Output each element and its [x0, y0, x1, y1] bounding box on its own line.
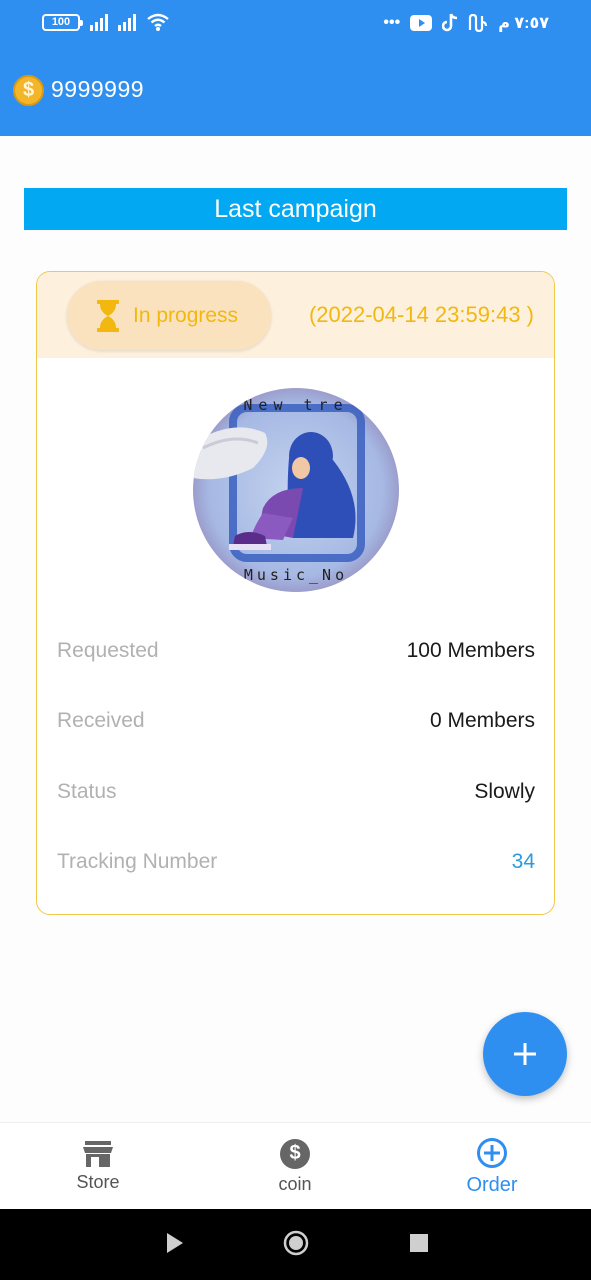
home-button-icon[interactable]: [283, 1230, 309, 1256]
plus-icon: [514, 1043, 536, 1065]
signal-icon-2: [118, 13, 136, 31]
hourglass-icon: [97, 299, 119, 332]
avatar-top-text: New tre: [243, 396, 348, 414]
detail-row-status: Status Slowly: [57, 780, 535, 810]
recents-button-icon[interactable]: [410, 1234, 428, 1252]
detail-row-received: Received 0 Members: [57, 709, 535, 739]
status-badge: In progress: [67, 281, 271, 350]
battery-icon: 100: [42, 13, 83, 31]
store-icon: [83, 1140, 113, 1167]
clock: ٧:٥٧ م: [498, 15, 549, 32]
section-title: Last campaign: [24, 188, 567, 230]
nav-item-order[interactable]: Order: [432, 1123, 552, 1210]
add-circle-icon: [477, 1137, 507, 1168]
dollar-icon: $: [280, 1138, 310, 1169]
detail-label: Status: [57, 780, 117, 803]
nav-item-store[interactable]: Store: [38, 1123, 158, 1210]
back-button-icon[interactable]: [165, 1231, 185, 1255]
detail-label: Requested: [57, 639, 159, 662]
tracking-number[interactable]: 34: [512, 850, 535, 874]
status-right: ••• ٧:٥٧ م: [383, 13, 549, 33]
nav-label: coin: [278, 1173, 312, 1194]
coin-icon: $: [13, 75, 44, 106]
status-label: In progress: [133, 303, 239, 327]
detail-row-tracking: Tracking Number 34: [57, 850, 535, 880]
avatar-bottom-text: Music_No: [244, 566, 348, 584]
nav-item-coin[interactable]: $ coin: [235, 1123, 355, 1210]
detail-label: Tracking Number: [57, 850, 218, 873]
channel-avatar: New tre Music_No: [193, 388, 399, 592]
coin-balance: 9999999: [51, 76, 145, 102]
add-campaign-button[interactable]: [483, 1012, 567, 1096]
nav-label: Order: [466, 1173, 518, 1196]
youtube-icon: [410, 15, 433, 31]
detail-value: Slowly: [474, 780, 535, 803]
tiktok-icon: [442, 13, 458, 32]
detail-row-requested: Requested 100 Members: [57, 639, 535, 669]
app-icon: [469, 14, 488, 32]
nav-label: Store: [76, 1171, 120, 1192]
more-notifications: •••: [383, 14, 401, 31]
bottom-nav: Store $ coin Order: [0, 1122, 591, 1209]
status-left: 100: [42, 12, 170, 32]
detail-label: Received: [57, 709, 145, 732]
campaign-card-header: In progress (2022-04-14 23:59:43 ): [37, 272, 554, 358]
campaign-card[interactable]: In progress (2022-04-14 23:59:43 ) New t…: [36, 271, 555, 915]
campaign-date: (2022-04-14 23:59:43 ): [308, 302, 534, 327]
signal-icon: [90, 13, 108, 31]
detail-value: 100 Members: [406, 639, 535, 662]
detail-value: 0 Members: [429, 709, 535, 732]
app-header: $ 9999999: [0, 43, 591, 136]
status-bar: 100 ••• ٧:٥٧ م: [0, 0, 591, 43]
system-nav-bar: [0, 1209, 591, 1280]
wifi-icon: [147, 13, 169, 31]
